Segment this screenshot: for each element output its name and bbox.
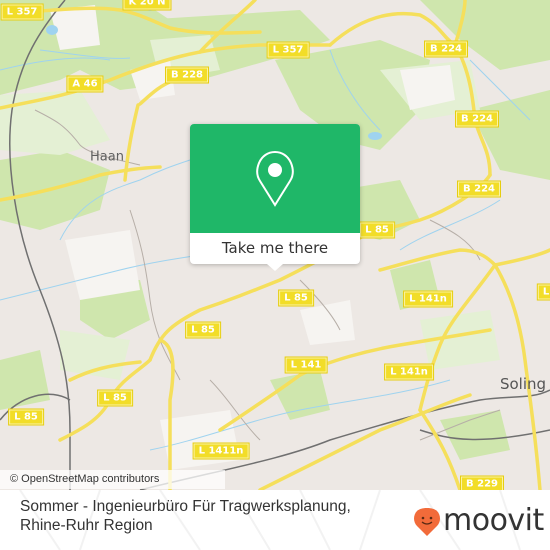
- road-label-l141n: L 141n: [404, 291, 452, 307]
- place-label-solingen: Soling: [499, 375, 547, 393]
- road-label-l141n: L 141n: [385, 364, 433, 380]
- place-title: Sommer - Ingenieurbüro Für Tragwerksplan…: [20, 498, 351, 534]
- road-label-k20n: K 20 N: [123, 0, 171, 10]
- road-label-l85: L 85: [279, 290, 313, 306]
- popup-pointer: [267, 264, 283, 271]
- road-label-l85: L 85: [98, 390, 132, 406]
- road-label-l357: L 357: [267, 42, 309, 58]
- road-label-l85: L 85: [186, 322, 220, 338]
- popup-header: [190, 124, 360, 233]
- take-me-there-label: Take me there: [221, 239, 329, 257]
- location-pin-icon: [256, 151, 294, 207]
- moovit-wordmark: moovit: [443, 503, 544, 538]
- road-label-a46: A 46: [67, 76, 103, 92]
- road-label-l141n: L 1411n: [193, 443, 249, 459]
- road-label-b228: B 228: [166, 67, 208, 83]
- moovit-pin-icon: [414, 508, 440, 536]
- road-label-b224: B 224: [458, 181, 500, 197]
- place-label-haan: Haan: [90, 149, 124, 165]
- road-label-b224: B 224: [425, 41, 467, 57]
- road-label-l85: L 85: [9, 409, 43, 425]
- footer: Sommer - Ingenieurbüro Für Tragwerksplan…: [0, 490, 550, 550]
- road-label-b224: B 224: [456, 111, 498, 127]
- moovit-logo[interactable]: moovit: [413, 503, 544, 538]
- road-label-l141: L 141: [285, 357, 327, 373]
- map-attribution[interactable]: © OpenStreetMap contributors: [0, 470, 225, 489]
- road-label-b229: B 229: [461, 476, 503, 490]
- road-label-l357: L 357: [1, 4, 43, 20]
- take-me-there-button[interactable]: Take me there: [190, 124, 360, 271]
- road-label-l85: L 85: [360, 222, 394, 238]
- map-canvas[interactable]: Haan Soling L 357 K 20 N L 357 B 224 B 2…: [0, 0, 550, 490]
- road-label-edge: L: [537, 284, 550, 300]
